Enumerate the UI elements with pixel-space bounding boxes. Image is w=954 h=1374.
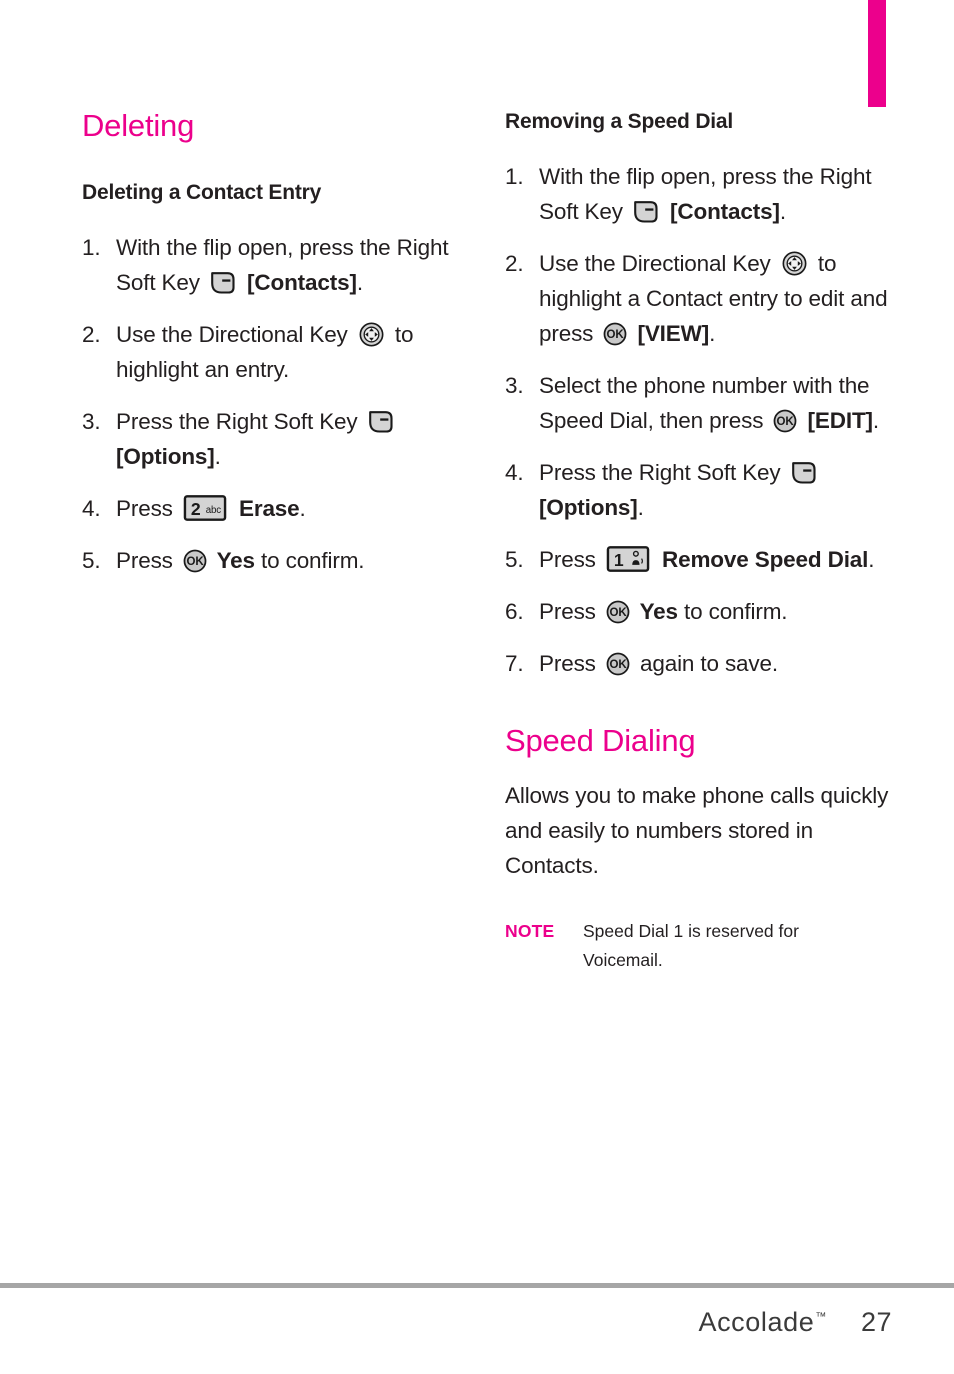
steps-list-removing-speed-dial: 1. With the flip open, press the Right So… (505, 159, 905, 681)
step-number: 1. (505, 164, 524, 190)
step-item: 3. Press the Right Soft Key [Options]. (82, 404, 482, 474)
page-footer: Accolade™ 27 (0, 1297, 954, 1347)
step-item: 7. Press OK again to save. (505, 646, 905, 681)
section-title-speed-dialing: Speed Dialing (505, 723, 696, 759)
step-number: 5. (505, 547, 524, 573)
ok-key-icon: OK (183, 549, 207, 573)
step-item: 4. Press the Right Soft Key [Options]. (505, 455, 905, 525)
step-number: 5. (82, 547, 101, 573)
keypad-key-1-voicemail-icon: 1 (606, 546, 650, 573)
section-tab-marker (868, 0, 886, 107)
step-text: Press the Right Soft Key [Options]. (539, 455, 905, 525)
steps-list-deleting-contact-entry: 1. With the flip open, press the Right So… (82, 230, 482, 578)
right-column: Removing a Speed Dial 1. With the flip op… (505, 110, 905, 975)
step-number: 4. (82, 495, 101, 521)
step-emphasis: [EDIT] (801, 408, 874, 434)
soft-key-icon (210, 271, 236, 295)
step-item: 2. Use the Directional Key to highlight a… (82, 317, 482, 387)
note-label: NOTE (505, 920, 555, 941)
note-block: NOTE Speed Dial 1 is reserved for Voicem… (505, 917, 905, 975)
step-number: 6. (505, 599, 524, 625)
step-item: 2. Use the Directional Key to highlight a… (505, 246, 905, 351)
section-title-deleting: Deleting (82, 108, 195, 143)
ok-key-icon: OK (606, 600, 630, 624)
step-number: 2. (505, 251, 524, 277)
step-item: 1. With the flip open, press the Right So… (82, 230, 482, 300)
step-text: Press 1 Remove Speed Dial. (539, 546, 875, 573)
svg-text:OK: OK (777, 416, 795, 428)
page-number: 27 (860, 1306, 892, 1337)
svg-text:OK: OK (186, 556, 204, 568)
ok-key-icon: OK (773, 409, 797, 433)
step-text: Press OK again to save. (539, 651, 778, 677)
step-number: 3. (82, 408, 101, 434)
subsection-title-removing-a-speed-dial: Removing a Speed Dial (505, 110, 734, 133)
soft-key-icon (633, 200, 659, 224)
step-text: Use the Directional Key to highlight a C… (539, 251, 888, 347)
step-emphasis: [Options] (116, 443, 215, 469)
soft-key-icon (368, 410, 394, 434)
step-emphasis: [Options] (539, 495, 638, 521)
footer-divider (0, 1283, 954, 1288)
step-emphasis: Yes (633, 599, 679, 625)
speed-dialing-description: Allows you to make phone calls quickly a… (505, 782, 889, 878)
subsection-title-deleting-contact-entry: Deleting a Contact Entry (82, 180, 322, 204)
step-emphasis: [VIEW] (631, 321, 710, 347)
step-text: Use the Directional Key to highlight an … (116, 321, 414, 382)
step-emphasis: [Contacts] (240, 269, 357, 295)
step-text: Press OK Yes to confirm. (116, 547, 365, 573)
step-text: Press OK Yes to confirm. (539, 599, 788, 625)
step-text: With the flip open, press the Right Soft… (116, 234, 449, 295)
svg-text:OK: OK (609, 607, 627, 619)
step-emphasis: Remove Speed Dial (655, 547, 869, 573)
trademark-symbol: ™ (815, 1310, 827, 1323)
step-emphasis: [Contacts] (663, 199, 780, 225)
step-item: 3. Select the phone number with the Speed… (505, 368, 905, 438)
svg-text:OK: OK (607, 329, 625, 341)
ok-key-icon: OK (606, 652, 630, 676)
keypad-key-2-abc-icon: 2 abc (183, 494, 227, 521)
step-number: 4. (505, 460, 524, 486)
step-text: Press 2 abc Erase. (116, 494, 306, 521)
step-item: 6. Press OK Yes to confirm. (505, 594, 905, 629)
step-number: 3. (505, 373, 524, 399)
step-text: Press the Right Soft Key [Options]. (116, 404, 482, 474)
directional-key-icon (782, 251, 807, 276)
svg-text:abc: abc (206, 505, 222, 516)
step-emphasis: Yes (210, 547, 256, 573)
step-item: 5. Press OK Yes to confirm. (82, 543, 482, 578)
step-item: 1. With the flip open, press the Right So… (505, 159, 905, 229)
brand-name-text: Accolade (698, 1306, 815, 1337)
step-item: 5. Press 1 Remove Speed Dial. (505, 542, 905, 577)
step-number: 1. (82, 234, 101, 260)
note-text: Speed Dial 1 is reserved for Voicemail. (583, 920, 799, 970)
manual-page: Deleting Deleting a Contact Entry 1. With… (0, 0, 954, 1374)
soft-key-icon (791, 461, 817, 485)
svg-text:1: 1 (614, 550, 624, 570)
step-number: 2. (82, 321, 101, 347)
directional-key-icon (359, 322, 384, 347)
left-column: Deleting Deleting a Contact Entry 1. With… (82, 108, 482, 595)
step-emphasis: Erase (232, 495, 300, 521)
step-text: With the flip open, press the Right Soft… (539, 164, 872, 225)
step-item: 4. Press 2 abc Erase. (82, 491, 482, 526)
step-text: Select the phone number with the Speed D… (539, 373, 880, 434)
svg-text:2: 2 (191, 499, 201, 519)
brand-name: Accolade™ (698, 1307, 826, 1338)
svg-text:OK: OK (609, 659, 627, 671)
ok-key-icon: OK (603, 322, 627, 346)
step-number: 7. (505, 651, 524, 677)
